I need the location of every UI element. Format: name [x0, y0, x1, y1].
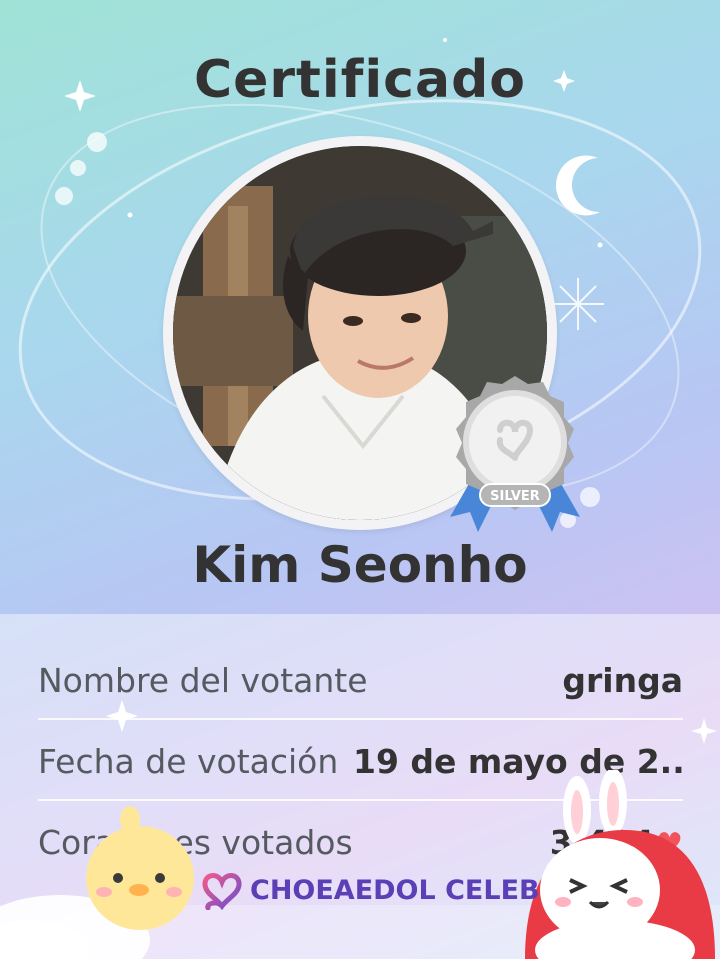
bunny-mascot-icon	[525, 770, 715, 959]
brand-logo: CHOEAEDOL CELEB	[200, 868, 540, 912]
chick-mascot-icon	[0, 806, 194, 959]
badge-label: SILVER	[490, 489, 540, 504]
certificate-title: Certificado	[193, 50, 527, 110]
voter-name-row: Nombre del votante gringa	[38, 640, 683, 720]
voter-name-value: gringa	[562, 660, 683, 700]
silver-medal-icon: SILVER	[440, 372, 590, 540]
celeb-name: Kim Seonho	[192, 536, 528, 594]
voter-name-label: Nombre del votante	[38, 660, 368, 700]
divider	[38, 718, 683, 720]
vote-date-label: Fecha de votación	[38, 741, 339, 781]
brand-logo-icon	[202, 873, 242, 910]
brand-name: CHOEAEDOL CELEB	[250, 874, 540, 906]
